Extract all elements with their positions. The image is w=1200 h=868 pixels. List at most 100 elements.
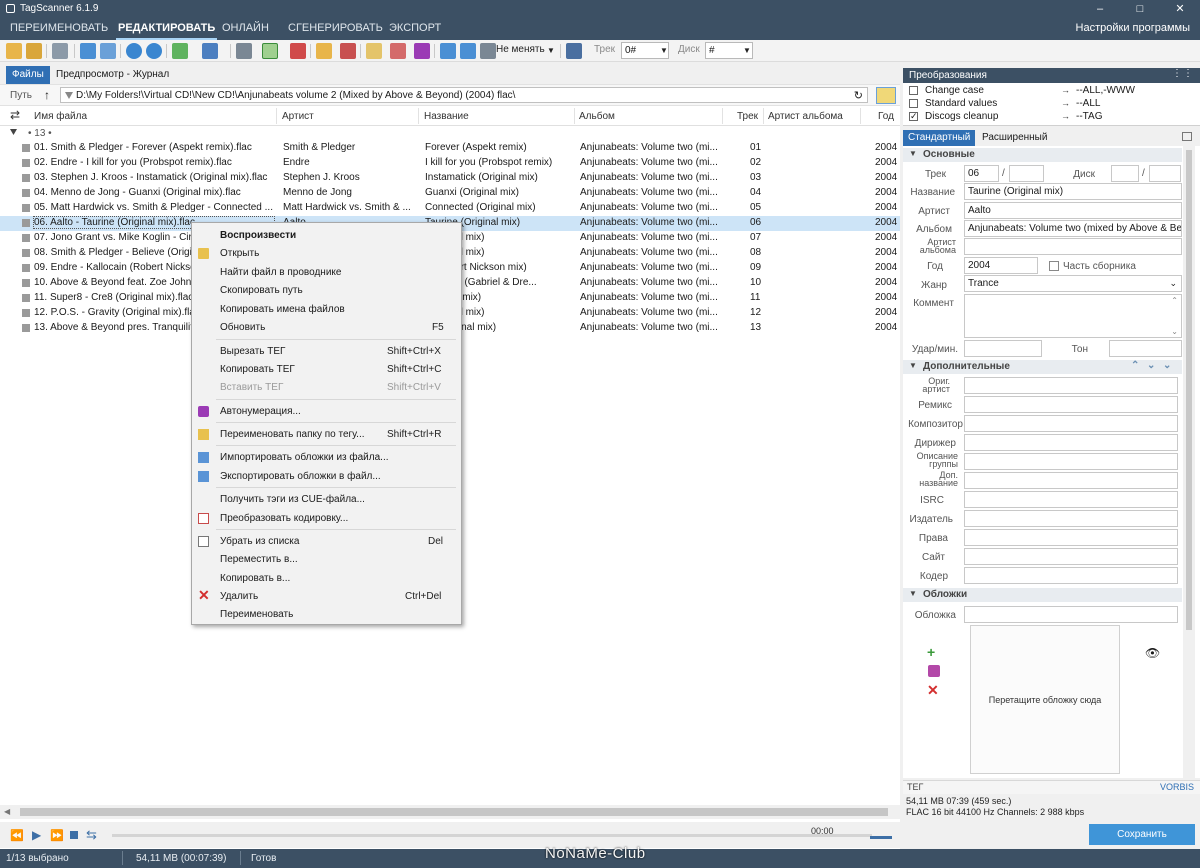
section-basic[interactable]: ▼ Основные [903, 148, 1182, 162]
isrc-field[interactable] [964, 491, 1178, 508]
minimize-button[interactable]: – [1080, 0, 1120, 18]
grid-view-icon[interactable] [80, 43, 96, 59]
chevron-down-icon[interactable]: ▼ [743, 46, 751, 55]
menu-tab-edit[interactable]: РЕДАКТИРОВАТЬ [116, 18, 218, 40]
scroll-left-icon[interactable]: ◀ [4, 807, 10, 816]
cover-type-field[interactable] [964, 606, 1178, 623]
path-field[interactable]: D:\My Folders!\Virtual CD!\New CD!\Anjun… [60, 87, 868, 103]
composer-field[interactable] [964, 415, 1178, 432]
play-icon[interactable]: ▶ [32, 828, 41, 842]
folder-icon[interactable] [316, 43, 332, 59]
volume-slider[interactable] [870, 836, 892, 839]
track-field[interactable]: 06 [964, 165, 999, 182]
table-row[interactable]: 03. Stephen J. Kroos - Instamatick (Orig… [0, 171, 900, 186]
bpm-field[interactable] [964, 340, 1042, 357]
chevron-down-icon[interactable]: ⌄ [1147, 360, 1155, 371]
chevron-down-icon[interactable]: ▼ [547, 46, 555, 55]
album-artist-field[interactable] [964, 238, 1182, 255]
refresh-icon[interactable]: ↻ [854, 89, 863, 102]
col-album-artist[interactable]: Артист альбома [768, 111, 843, 122]
menu-item-rename[interactable]: Переименовать [192, 605, 461, 623]
remove-icon[interactable] [340, 43, 356, 59]
menu-item-cut-tag[interactable]: Вырезать ТЕГ Shift+Ctrl+X [192, 342, 461, 360]
scrollbar-thumb[interactable] [20, 808, 888, 816]
section-extra[interactable]: ▼ Дополнительные ⌃ ⌄ ⌄ [903, 360, 1182, 374]
save-button[interactable]: Сохранить [1089, 824, 1195, 845]
cover-drop-area[interactable]: Перетащите обложку сюда [970, 625, 1120, 774]
eye-icon[interactable]: 👁 [1145, 646, 1160, 660]
column-divider[interactable] [418, 108, 419, 124]
chevron-down-icon[interactable]: ⌄ [1171, 327, 1178, 336]
move-up-icon[interactable] [146, 43, 162, 59]
chart-toggle-icon[interactable] [262, 43, 278, 59]
panel-grip-icon[interactable]: ⋮⋮ [1172, 68, 1194, 79]
disc-total-field[interactable] [1149, 165, 1181, 182]
track-numbers-icon[interactable] [566, 43, 582, 59]
remixer-field[interactable] [964, 396, 1178, 413]
menu-item-move-to[interactable]: Переместить в... [192, 550, 461, 568]
copyright-field[interactable] [964, 529, 1178, 546]
website-field[interactable] [964, 548, 1178, 565]
menu-tab-generate[interactable]: СГЕНЕРИРОВАТЬ [286, 18, 385, 40]
table-row[interactable]: 05. Matt Hardwick vs. Smith & Pledger - … [0, 201, 900, 216]
track-total-field[interactable] [1009, 165, 1044, 182]
menu-tab-rename[interactable]: ПЕРЕИМЕНОВАТЬ [8, 18, 110, 40]
menu-item-delete[interactable]: ✕ Удалить Ctrl+Del [192, 587, 461, 605]
column-divider[interactable] [763, 108, 764, 124]
chevron-down-icon[interactable]: ▼ [660, 46, 668, 55]
section-covers[interactable]: ▼ Обложки [903, 588, 1182, 602]
menu-item-import-covers[interactable]: Импортировать обложки из файла... [192, 448, 461, 466]
title-field[interactable]: Taurine (Original mix) [964, 183, 1182, 200]
list-view-icon[interactable] [100, 43, 116, 59]
menu-item-copy-to[interactable]: Копировать в... [192, 569, 461, 587]
transform-label[interactable]: Standard values [925, 98, 997, 109]
open-folder-icon[interactable] [6, 43, 22, 59]
encoding-icon[interactable] [390, 43, 406, 59]
tab-files[interactable]: Файлы [6, 66, 50, 84]
menu-item-copy-tag[interactable]: Копировать ТЕГ Shift+Ctrl+C [192, 360, 461, 378]
sort-icon[interactable] [202, 43, 218, 59]
column-divider[interactable] [276, 108, 277, 124]
transform-checkbox[interactable] [909, 99, 918, 108]
collapse-icon[interactable] [10, 129, 17, 135]
col-track[interactable]: Трек [737, 111, 758, 122]
col-artist[interactable]: Артист [282, 111, 314, 122]
transform-label[interactable]: Discogs cleanup [925, 111, 998, 122]
maximize-button[interactable]: □ [1120, 0, 1160, 18]
chevron-down-icon[interactable] [65, 92, 73, 99]
settings-link[interactable]: Настройки программы [1076, 18, 1190, 40]
table-row[interactable]: 02. Endre - I kill for you (Probspot rem… [0, 156, 900, 171]
export-cover-icon[interactable] [460, 43, 476, 59]
table-row[interactable]: 04. Menno de Jong - Guanxi (Original mix… [0, 186, 900, 201]
columns-icon[interactable] [1182, 132, 1192, 141]
chevron-down-icon[interactable]: ⌄ [1169, 278, 1177, 289]
horizontal-scrollbar[interactable]: ◀ [0, 805, 900, 819]
menu-tab-export[interactable]: ЭКСПОРТ [387, 18, 443, 40]
chevron-up-icon[interactable]: ⌃ [1171, 296, 1178, 305]
menu-item-open[interactable]: Открыть [192, 244, 461, 262]
move-down-icon[interactable] [126, 43, 142, 59]
close-window-button[interactable]: ✕ [1160, 0, 1200, 18]
shuffle-icon[interactable]: ⇄ [10, 108, 20, 122]
delete-tags-icon[interactable] [290, 43, 306, 59]
undo-icon[interactable] [52, 43, 68, 59]
repeat-icon[interactable]: ⇆ [86, 827, 97, 843]
tab-preview-log[interactable]: Предпросмотр - Журнал [50, 66, 175, 84]
arrow-up-icon[interactable]: ↑ [44, 88, 50, 102]
col-year[interactable]: Год [878, 111, 894, 122]
column-divider[interactable] [722, 108, 723, 124]
menu-item-copy-path[interactable]: Скопировать путь [192, 281, 461, 299]
tab-extended[interactable]: Расширенный [982, 132, 1047, 143]
transform-checkbox[interactable]: ✓ [909, 112, 918, 121]
disc-field[interactable] [1111, 165, 1139, 182]
save-cover-icon[interactable] [928, 665, 940, 677]
menu-item-convert-encoding[interactable]: Преобразовать кодировку... [192, 509, 461, 527]
previous-icon[interactable]: ⏪ [10, 829, 24, 842]
comment-field[interactable]: ⌃ ⌄ [964, 294, 1182, 338]
col-title[interactable]: Название [424, 111, 469, 122]
group-desc-field[interactable] [964, 453, 1178, 470]
subtitle-field[interactable] [964, 472, 1178, 489]
add-folder-icon[interactable] [26, 43, 42, 59]
col-filename[interactable]: Имя файла [34, 111, 87, 122]
artist-field[interactable]: Aalto [964, 202, 1182, 219]
